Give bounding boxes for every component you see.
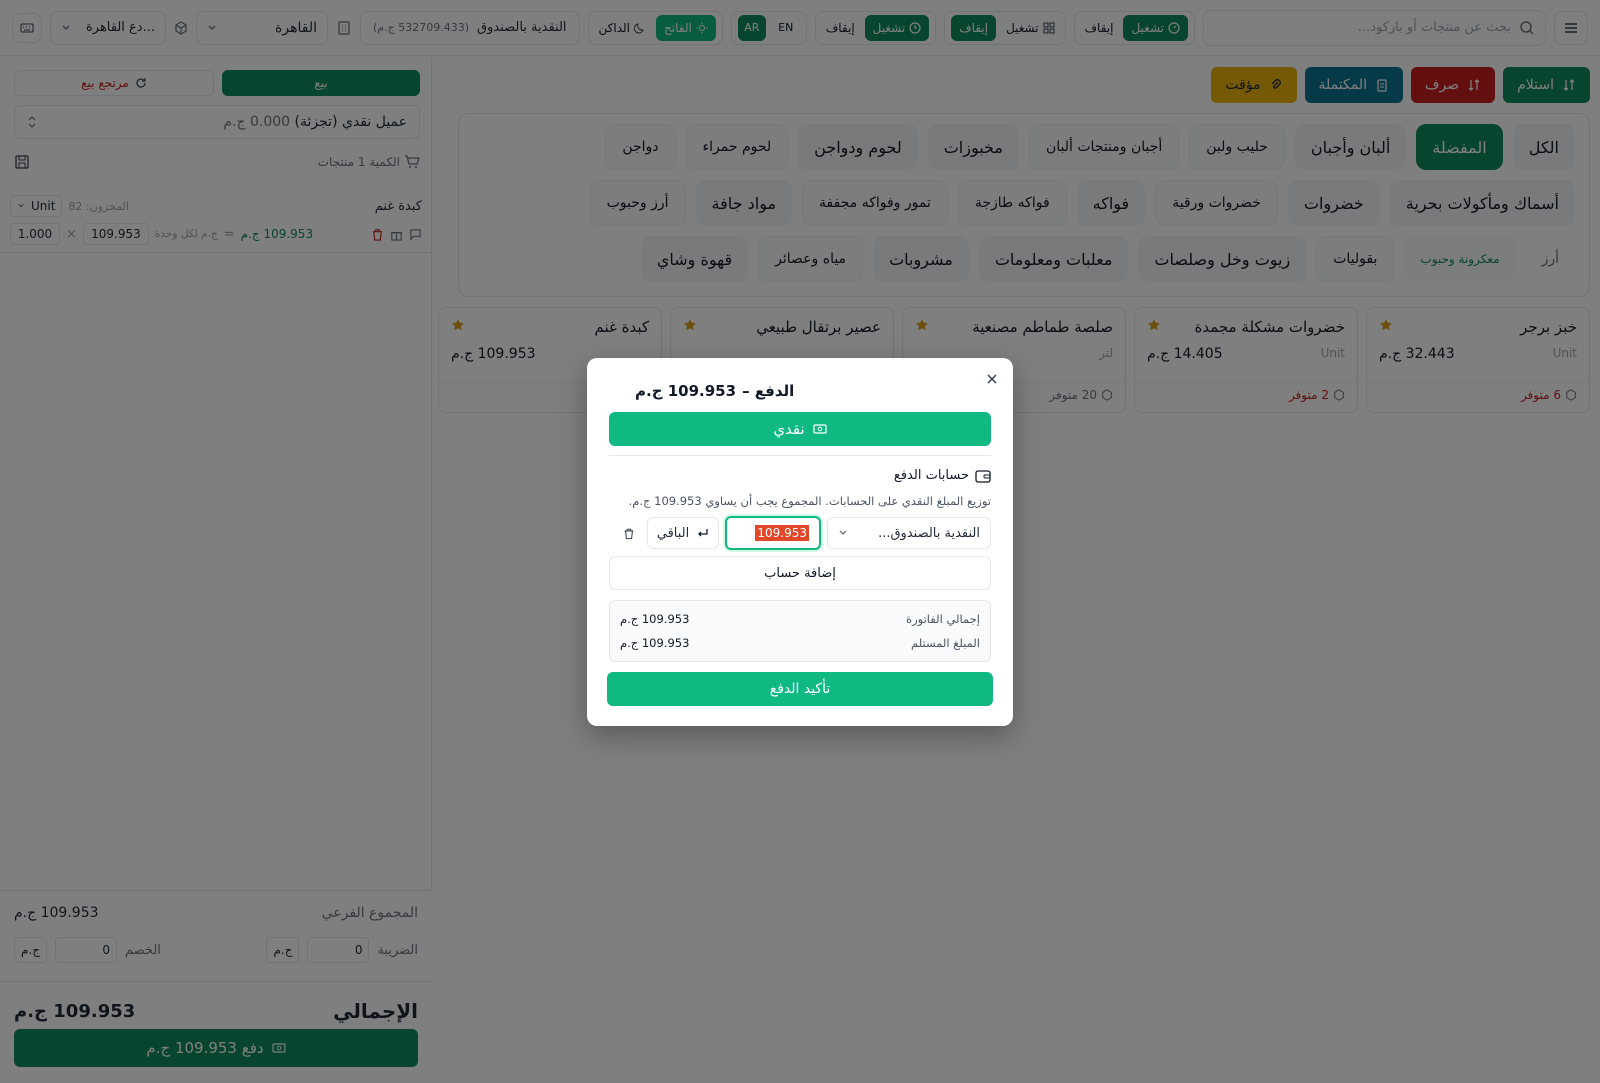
cash-icon bbox=[813, 424, 827, 434]
remaining-button[interactable]: الباقي bbox=[647, 517, 719, 549]
remove-account-button[interactable] bbox=[617, 517, 641, 549]
amount-input[interactable]: 109.953 bbox=[725, 516, 821, 550]
cash-method-button[interactable]: نقدي bbox=[609, 412, 991, 446]
close-icon bbox=[987, 374, 997, 384]
payment-modal: الدفع – 109.953 ج.م نقدي حسابات الدفع تو… bbox=[587, 358, 1013, 726]
accounts-hint: توزيع المبلغ النقدي على الحسابات. المجمو… bbox=[628, 494, 991, 508]
received-label: المبلغ المستلم bbox=[911, 636, 980, 650]
invoice-total-label: إجمالي الفاتورة bbox=[906, 612, 980, 626]
add-account-button[interactable]: إضافة حساب bbox=[609, 556, 991, 590]
received-value: 109.953 ج.م bbox=[620, 636, 690, 650]
account-select[interactable]: النقدية بالصندوق... bbox=[827, 517, 991, 549]
modal-title: الدفع – 109.953 ج.م bbox=[635, 382, 795, 400]
confirm-payment-button[interactable]: تأكيد الدفع bbox=[607, 672, 993, 706]
trash-icon bbox=[624, 528, 634, 539]
close-button[interactable] bbox=[983, 370, 1001, 388]
accounts-title: حسابات الدفع bbox=[894, 468, 991, 483]
wallet-icon bbox=[975, 469, 991, 483]
account-row: النقدية بالصندوق... 109.953 الباقي bbox=[609, 516, 991, 550]
payment-summary: إجمالي الفاتورة 109.953 ج.م المبلغ المست… bbox=[609, 600, 991, 662]
corner-arrow-icon bbox=[698, 529, 708, 537]
invoice-total-value: 109.953 ج.م bbox=[620, 612, 690, 626]
chevron-down-icon bbox=[839, 530, 847, 535]
